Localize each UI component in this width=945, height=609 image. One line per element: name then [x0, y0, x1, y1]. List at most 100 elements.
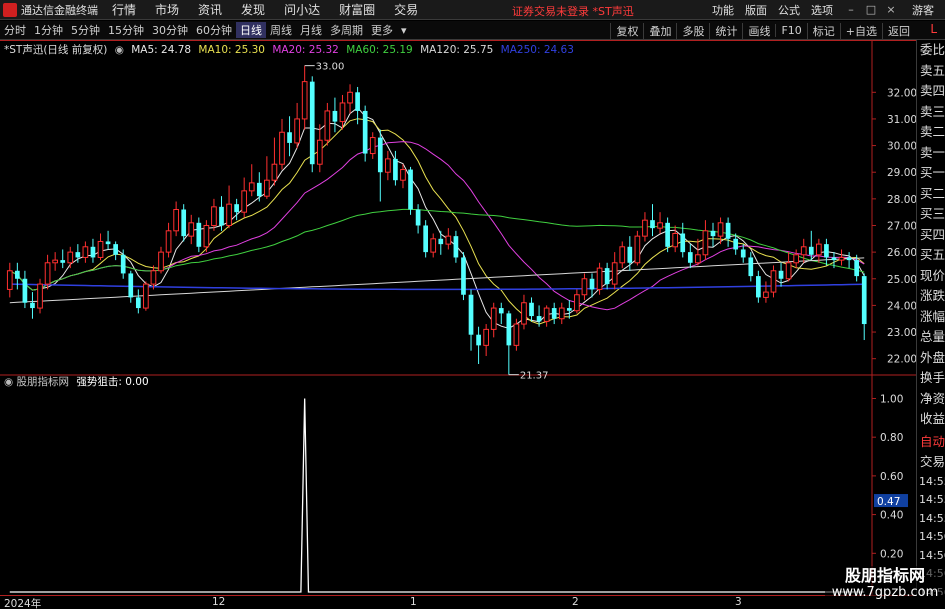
menu-formula[interactable]: 公式 — [778, 2, 800, 18]
chart-canvas[interactable]: 32.00 31.00 30.00 29.00 28.00 27.00 26.00 25.00… — [0, 40, 916, 595]
toggle-panel-button[interactable]: L — [930, 22, 937, 36]
menu-item-markets[interactable]: 市场 — [155, 1, 179, 18]
legend-toggle-icon[interactable]: ◉ — [115, 44, 124, 56]
candle-body-down — [506, 313, 512, 346]
indicator-tick-label: 0.80 — [880, 432, 903, 444]
minimize-icon[interactable]: – — [844, 3, 858, 17]
candle-body-up — [37, 283, 43, 309]
candle — [838, 249, 845, 266]
indicator-toggle-icon[interactable]: ◉ — [4, 376, 13, 388]
candle-body-up — [279, 131, 285, 165]
low-price-label: 21.37 — [520, 371, 549, 382]
candle-body-up — [339, 102, 346, 123]
period-weekly[interactable]: 周线 — [266, 22, 296, 38]
tool-multi-stock[interactable]: 多股 — [676, 22, 709, 39]
candle-body-up — [596, 267, 603, 290]
ma10-label: MA10: 25.30 — [198, 44, 265, 56]
candle-body-down — [113, 244, 118, 255]
tool-back[interactable]: 返回 — [882, 22, 915, 39]
candle-body-up — [483, 328, 489, 346]
candle — [506, 310, 512, 375]
app-logo-icon — [3, 2, 17, 17]
tool-mark[interactable]: 标记 — [806, 22, 840, 39]
candle — [793, 249, 800, 269]
trade-label[interactable]: 交易 — [917, 452, 945, 473]
menu-item-ask[interactable]: 问小达 — [284, 1, 320, 18]
period-tick[interactable]: 分时 — [0, 22, 30, 38]
tool-f10[interactable]: F10 — [775, 24, 806, 37]
chevron-down-icon[interactable]: ▾ — [397, 24, 411, 37]
stock-title: *ST声迅(日线 前复权) — [4, 44, 108, 56]
period-monthly[interactable]: 月线 — [296, 22, 326, 38]
quote-side-panel: 委比 卖五 卖四 卖三 卖二 卖一 买一 买二 买三 买四 买五 现价 涨跌 涨幅 总量 外盘 换手 净资 收益 自… — [916, 40, 945, 595]
right-toolbar: 复权 叠加 多股 统计 画线 F10 标记 +自选 返回 — [610, 21, 915, 40]
candle-body-down — [756, 276, 761, 298]
menu-item-wealth[interactable]: 财富圈 — [339, 1, 375, 18]
candle — [543, 305, 550, 327]
candle-body-up — [672, 232, 679, 248]
candle — [256, 172, 262, 202]
menu-options[interactable]: 选项 — [811, 2, 833, 18]
tool-draw[interactable]: 画线 — [742, 22, 775, 39]
candle-body-down — [75, 252, 81, 258]
candle-body-up — [816, 243, 822, 256]
candle — [37, 278, 43, 314]
auto-label[interactable]: 自动 — [917, 432, 945, 453]
guest-label[interactable]: 游客 — [912, 2, 934, 18]
quote-label: 收益 — [920, 411, 945, 426]
tool-add-watchlist[interactable]: +自选 — [839, 22, 882, 39]
candle-body-down — [135, 297, 141, 309]
menu-layout[interactable]: 版面 — [745, 2, 767, 18]
period-more[interactable]: 更多 — [367, 22, 397, 38]
candle-body-up — [581, 278, 588, 296]
tool-adjust[interactable]: 复权 — [610, 22, 643, 39]
candle-body-up — [347, 91, 353, 104]
period-60min[interactable]: 60分钟 — [192, 22, 236, 38]
quote-label: 总量 — [920, 329, 945, 344]
period-multi[interactable]: 多周期 — [326, 22, 367, 38]
candle-body-up — [241, 190, 248, 213]
candle — [430, 233, 437, 258]
candle — [461, 252, 466, 301]
price-tick-label: 24.00 — [887, 300, 916, 312]
price-tick-label: 28.00 — [887, 194, 916, 206]
candle-body-down — [846, 257, 852, 261]
price-tick-label: 27.00 — [887, 220, 916, 232]
login-status[interactable]: 证券交易未登录 *ST声迅 — [512, 3, 634, 19]
period-1min[interactable]: 1分钟 — [30, 22, 67, 38]
candle — [778, 262, 784, 287]
candle-body-up — [271, 163, 278, 181]
period-30min[interactable]: 30分钟 — [148, 22, 192, 38]
candle-body-up — [264, 179, 270, 197]
candle — [60, 249, 66, 269]
menu-item-discover[interactable]: 发现 — [241, 1, 265, 18]
candle-body-down — [128, 273, 134, 298]
candle — [377, 129, 383, 202]
candle-body-up — [6, 270, 13, 290]
candle — [52, 252, 58, 271]
close-icon[interactable]: × — [884, 3, 898, 17]
tool-overlay[interactable]: 叠加 — [643, 22, 676, 39]
candle — [476, 326, 481, 365]
period-daily[interactable]: 日线 — [236, 22, 266, 38]
candle — [756, 270, 761, 303]
quote-label: 外盘 — [920, 349, 945, 365]
candle-body-down — [710, 230, 716, 237]
period-5min[interactable]: 5分钟 — [67, 22, 104, 38]
menu-item-news[interactable]: 资讯 — [198, 1, 222, 18]
price-tick-label: 31.00 — [887, 114, 916, 126]
period-15min[interactable]: 15分钟 — [104, 22, 148, 38]
menu-item-trade[interactable]: 交易 — [394, 1, 418, 18]
candle-body-up — [316, 139, 323, 165]
tool-stats[interactable]: 统计 — [709, 22, 742, 39]
candle-body-down — [22, 278, 28, 303]
date-label-feb: 2 — [572, 596, 579, 608]
menu-item-market[interactable]: 行情 — [112, 1, 136, 18]
candle-body-up — [324, 110, 331, 141]
candle — [725, 217, 731, 247]
maximize-icon[interactable]: □ — [864, 3, 878, 17]
menu-function[interactable]: 功能 — [712, 2, 734, 18]
candle-body-up — [717, 222, 724, 237]
candle-body-down — [105, 241, 111, 245]
candle — [362, 105, 368, 162]
